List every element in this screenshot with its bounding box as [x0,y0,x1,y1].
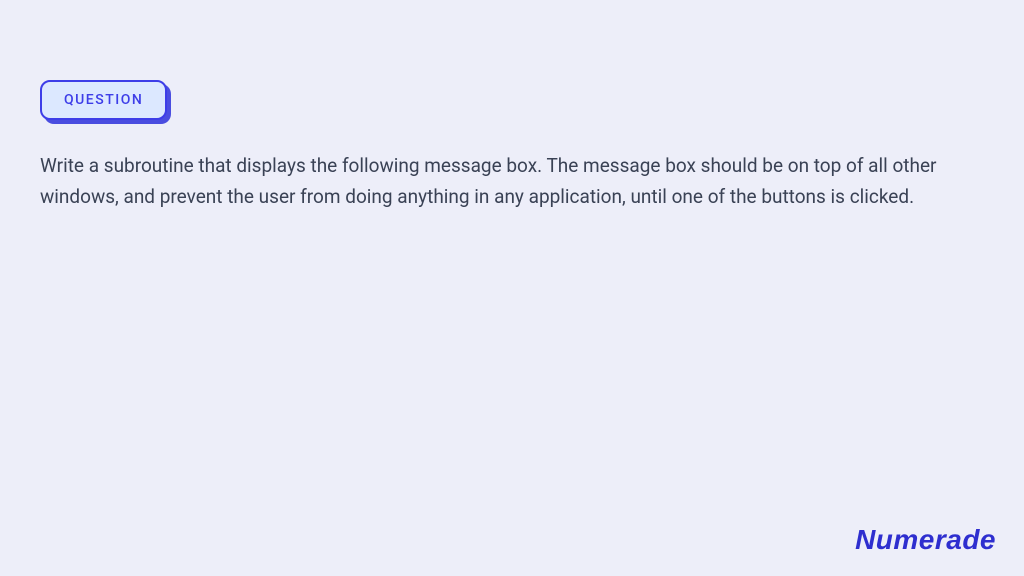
question-badge-wrapper: QUESTION [40,80,167,120]
question-text: Write a subroutine that displays the fol… [40,150,970,213]
brand-name: Numerade [855,524,996,555]
question-card: QUESTION Write a subroutine that display… [0,0,1024,253]
question-badge: QUESTION [40,80,167,120]
brand-logo: Numerade [855,524,996,556]
